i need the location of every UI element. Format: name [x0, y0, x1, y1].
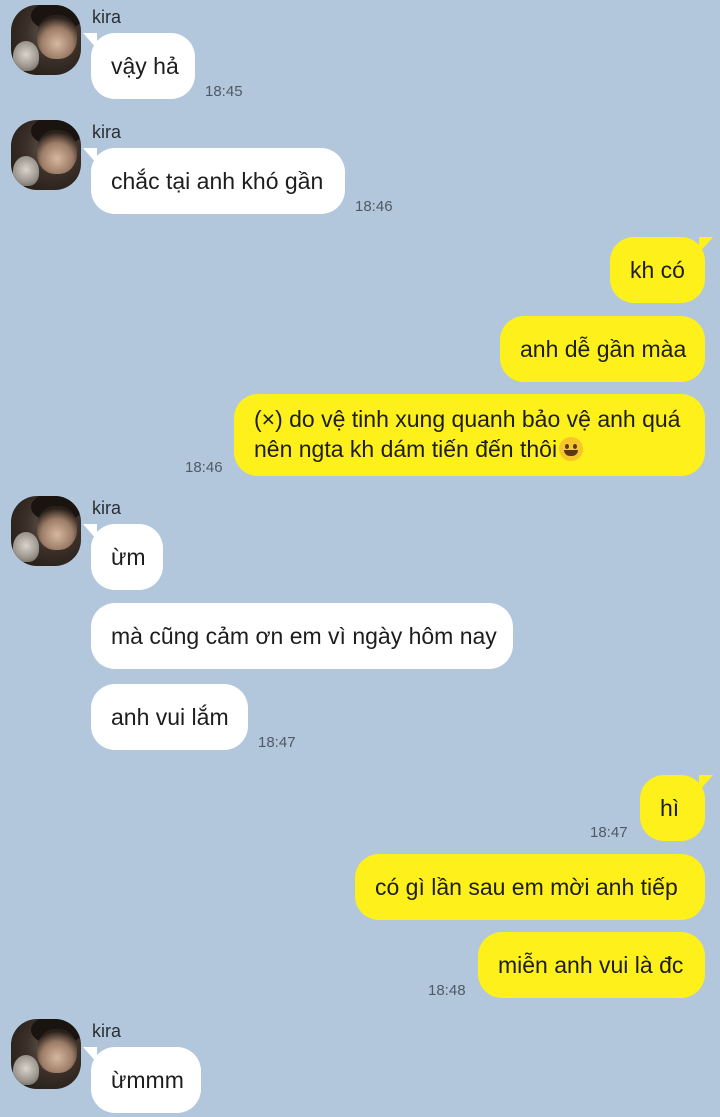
message-bubble-outgoing[interactable]: hì — [640, 775, 713, 841]
message-time: 18:46 — [355, 198, 393, 215]
message-bubble-incoming[interactable]: anh vui lắm — [91, 684, 248, 750]
message-bubble-incoming[interactable]: vậy hả — [83, 33, 195, 99]
avatar[interactable] — [11, 1019, 81, 1089]
message-bubble-outgoing[interactable]: có gì lần sau em mời anh tiếp — [355, 854, 705, 920]
avatar-cat — [13, 41, 39, 71]
message-text: ừmmm — [111, 1066, 184, 1093]
message-time: 18:45 — [205, 83, 243, 100]
message-text: anh dễ gần màa — [520, 335, 687, 362]
message-time: 18:46 — [185, 459, 223, 476]
avatar-cat — [13, 532, 39, 562]
avatar-face — [37, 130, 77, 174]
message-bubble-incoming[interactable]: ừmmm — [83, 1047, 201, 1113]
message-text: anh vui lắm — [111, 703, 229, 730]
message-bubble-outgoing[interactable]: miễn anh vui là đc — [478, 932, 705, 998]
message-text-line: (×) do vệ tinh xung quanh bảo vệ anh quá — [254, 406, 681, 432]
message-time: 18:47 — [258, 734, 296, 751]
avatar-face — [37, 1029, 77, 1073]
message-time: 18:47 — [590, 824, 628, 841]
sender-name: kira — [92, 498, 122, 518]
message-bubble-incoming[interactable]: chắc tại anh khó gần — [83, 148, 345, 214]
sender-name: kira — [92, 1021, 122, 1041]
avatar[interactable] — [11, 496, 81, 566]
message-bubble-outgoing[interactable]: kh có — [610, 237, 713, 303]
message-text: kh có — [630, 256, 685, 283]
avatar-cat — [13, 1055, 39, 1085]
message-text: mà cũng cảm ơn em vì ngày hôm nay — [111, 622, 497, 649]
avatar-face — [37, 15, 77, 59]
sender-name: kira — [92, 7, 122, 27]
message-text-line-2: nên ngta kh dám tiến đến thôi — [254, 434, 685, 464]
message-text: hì — [660, 794, 680, 821]
message-bubble-outgoing[interactable]: (×) do vệ tinh xung quanh bảo vệ anh quá… — [234, 394, 705, 476]
message-text: ừm — [111, 543, 146, 570]
message-time: 18:48 — [428, 982, 466, 999]
sender-name: kira — [92, 122, 122, 142]
grinning-face-icon — [559, 437, 584, 461]
message-bubble-incoming[interactable]: mà cũng cảm ơn em vì ngày hôm nay — [91, 603, 513, 669]
message-text: có gì lần sau em mời anh tiếp — [375, 873, 678, 900]
message-bubble-incoming[interactable]: ừm — [83, 524, 163, 590]
avatar-cat — [13, 156, 39, 186]
message-bubble-outgoing[interactable]: anh dễ gần màa — [500, 316, 705, 382]
message-text: vậy hả — [111, 52, 179, 79]
avatar[interactable] — [11, 5, 81, 75]
message-text: chắc tại anh khó gần — [111, 167, 324, 194]
message-text: miễn anh vui là đc — [498, 951, 684, 978]
avatar[interactable] — [11, 120, 81, 190]
avatar-face — [37, 506, 77, 550]
